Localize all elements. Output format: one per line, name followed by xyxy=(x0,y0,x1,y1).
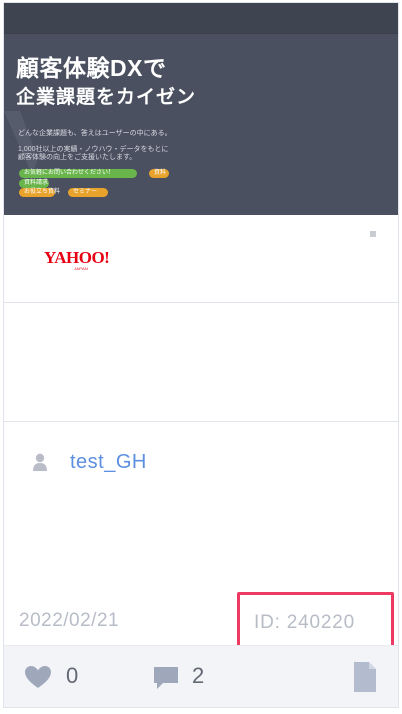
banner-material-pill: 資料 xyxy=(149,169,169,178)
comment-count: 2 xyxy=(192,663,205,688)
yahoo-japan-logo-subtext: JAPAN xyxy=(74,266,89,271)
banner-subtitle: 企業課題をカイゼン xyxy=(16,87,197,108)
post-date: 2022/02/21 xyxy=(19,610,120,631)
banner-title: 顧客体験DXで xyxy=(16,55,167,81)
document-icon[interactable] xyxy=(353,661,377,693)
banner-tagline: どんな企業課題も、答えはユーザーの中にある。 xyxy=(18,130,172,137)
content-placeholder xyxy=(4,303,398,422)
banner-request-pill: 資料請求 xyxy=(19,179,49,188)
author-row[interactable]: test_GH xyxy=(32,449,147,475)
post-id: ID: 240220 xyxy=(254,612,355,633)
author-name-link[interactable]: test_GH xyxy=(70,450,147,474)
heart-icon[interactable] xyxy=(24,665,52,689)
banner-contact-pill: お気軽にお問い合わせください！ xyxy=(19,169,137,178)
banner-seminar-pill: セミナー xyxy=(68,188,108,197)
user-icon xyxy=(33,453,47,471)
yahoo-japan-logo: YAHOO! xyxy=(44,248,110,267)
action-bar: 0 2 xyxy=(4,645,398,707)
corner-marker-icon xyxy=(370,231,376,237)
banner-useful-material-pill: お役立ち資料 xyxy=(19,188,60,197)
banner-description-line-2: 顧客体験の向上をご支援いたします。 xyxy=(18,154,137,161)
like-count: 0 xyxy=(66,663,79,688)
post-card[interactable]: 顧客体験DXで 企業課題をカイゼン どんな企業課題も、答えはユーザーの中にある。… xyxy=(3,2,399,708)
banner-image[interactable]: 顧客体験DXで 企業課題をカイゼン どんな企業課題も、答えはユーザーの中にある。… xyxy=(4,3,398,215)
comment-icon[interactable] xyxy=(152,665,180,691)
banner-header-bar xyxy=(4,3,398,34)
company-logo-area: YAHOO! JAPAN xyxy=(4,215,398,303)
